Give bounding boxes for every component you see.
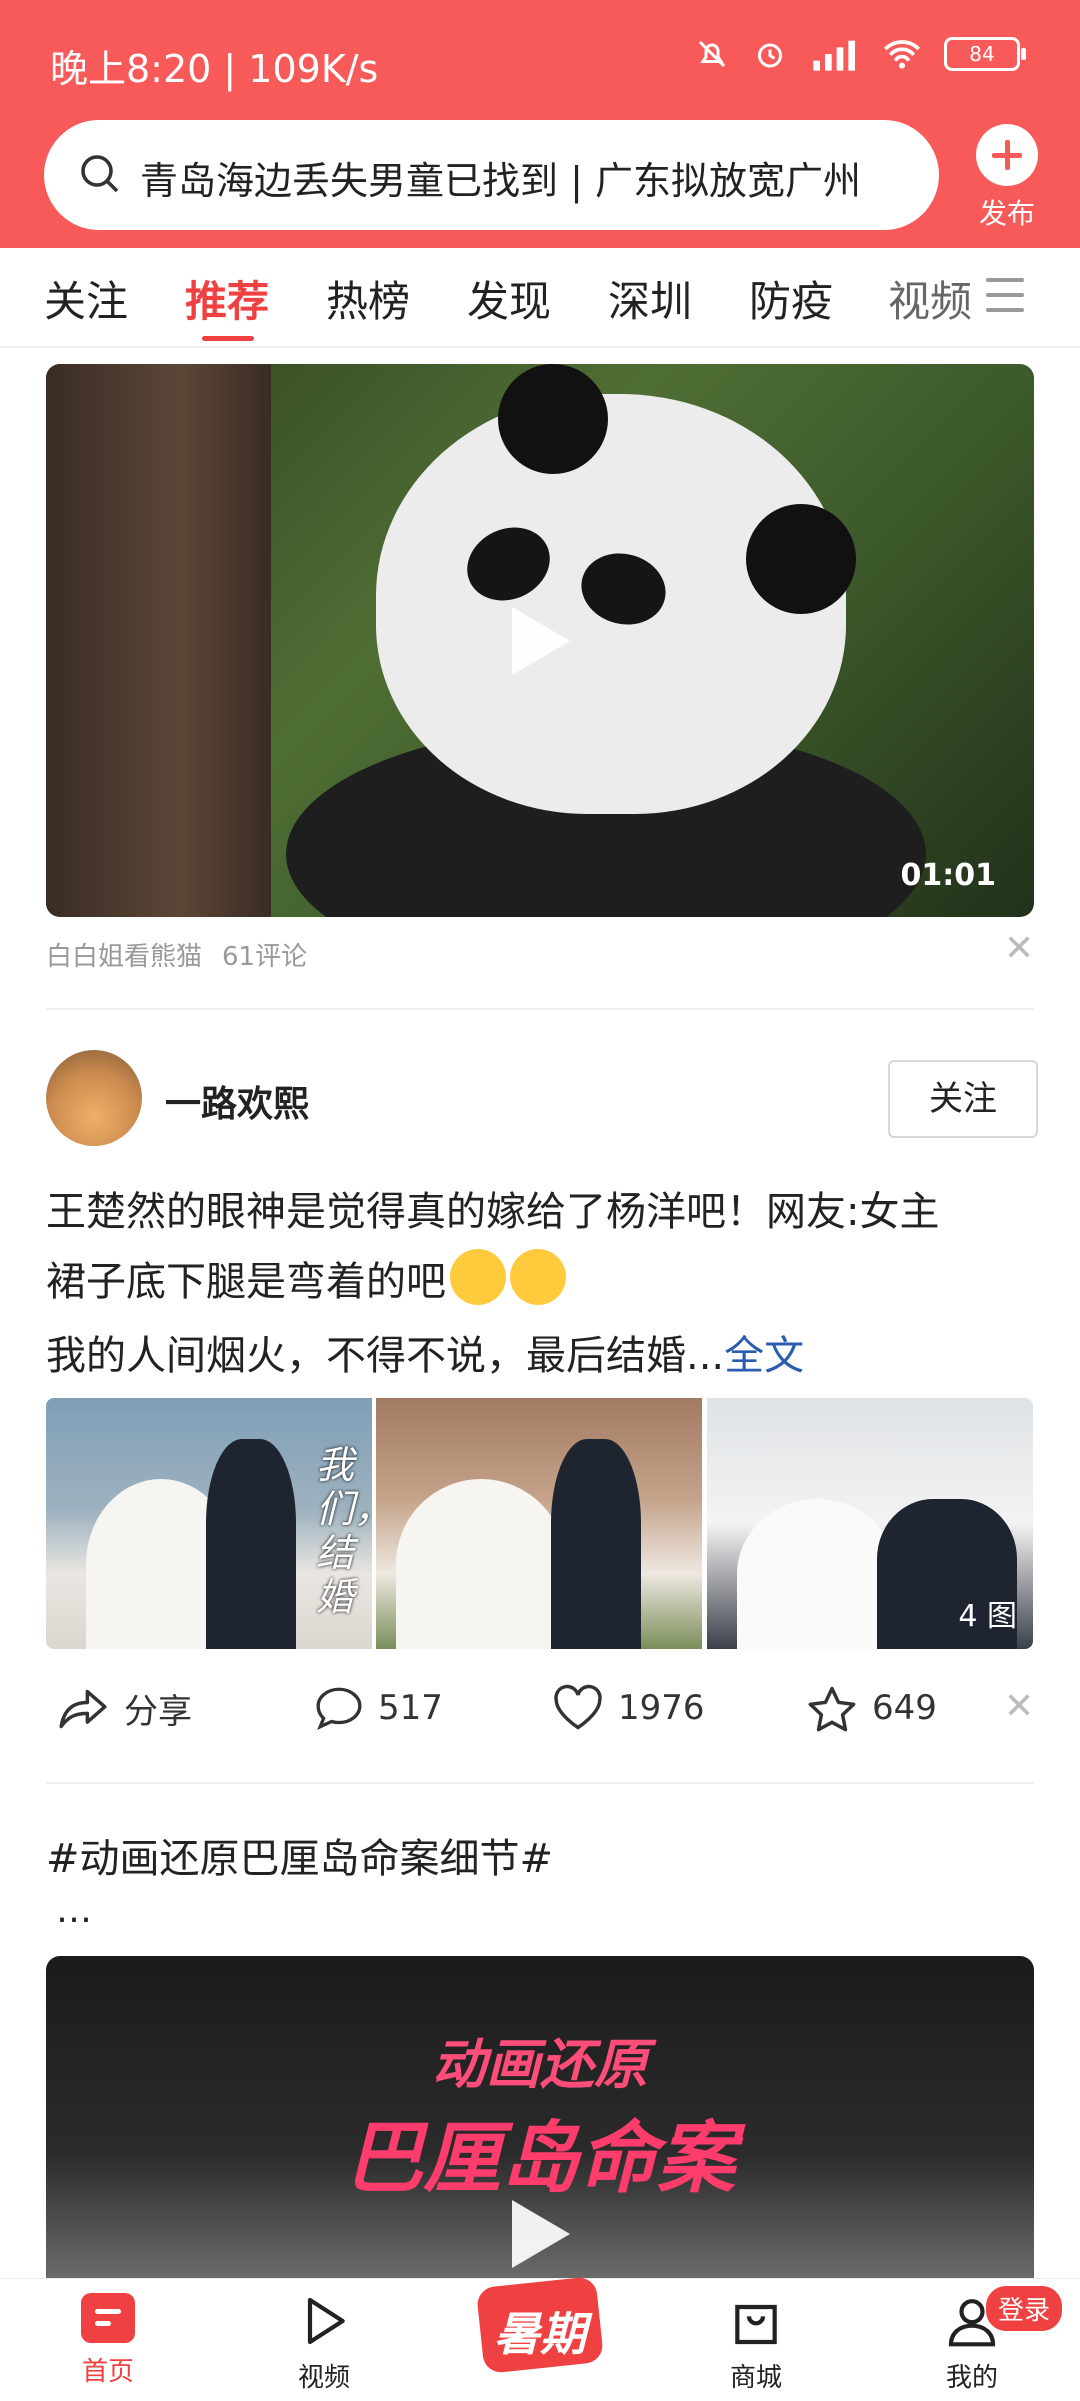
top-header: 晚上8:20 | 109K/s 84 青岛海边丢失男童已找到 | 广东拟放宽广州… bbox=[0, 0, 1080, 248]
nav-mine-label: 我的 bbox=[945, 2363, 998, 2393]
share-button[interactable]: 分享 bbox=[56, 1684, 192, 1733]
video-source[interactable]: 白白姐看熊猫 bbox=[46, 936, 202, 973]
bali-case-video-thumbnail[interactable]: 动画还原 巴厘岛命案 bbox=[46, 1956, 1034, 2286]
active-tab-indicator bbox=[202, 336, 254, 341]
tab-follow[interactable]: 关注 bbox=[44, 268, 128, 329]
comment-icon bbox=[316, 1687, 362, 1731]
panda-video-thumbnail[interactable]: 01:01 bbox=[46, 364, 1034, 917]
tab-recommend[interactable]: 推荐 bbox=[185, 268, 269, 329]
channel-tabs: 关注 推荐 热榜 发现 深圳 防疫 视频 bbox=[0, 248, 1080, 348]
post-text-line2: 裙子底下腿是弯着的吧 bbox=[46, 1259, 446, 1305]
image-count-badge: 4 图 bbox=[958, 1599, 1017, 1634]
laugh-cry-emoji-icon bbox=[450, 1249, 506, 1305]
tree-trunk bbox=[46, 364, 271, 917]
summer-promo-button[interactable]: 暑期 bbox=[470, 2262, 610, 2382]
play-icon[interactable] bbox=[512, 2200, 570, 2268]
tab-shenzhen[interactable]: 深圳 bbox=[608, 268, 692, 329]
summer-promo-label: 暑期 bbox=[494, 2307, 586, 2361]
bride-figure bbox=[396, 1479, 566, 1649]
topic-title[interactable]: #动画还原巴厘岛命案细节# bbox=[46, 1826, 553, 1884]
tab-hot[interactable]: 热榜 bbox=[326, 268, 410, 329]
comment-button[interactable]: 517 bbox=[314, 1684, 443, 1732]
nav-mall[interactable]: 商城 bbox=[696, 2293, 816, 2394]
search-hot-query[interactable]: 青岛海边丢失男童已找到 | 广东拟放宽广州 bbox=[140, 150, 920, 205]
like-button[interactable]: 1976 bbox=[552, 1684, 705, 1732]
video-title-line1: 动画还原 bbox=[432, 2033, 648, 2096]
star-icon bbox=[808, 1686, 856, 1732]
comment-count: 517 bbox=[378, 1688, 443, 1728]
feed-divider bbox=[46, 1782, 1034, 1784]
like-count: 1976 bbox=[618, 1688, 705, 1728]
publish-label: 发布 bbox=[978, 197, 1035, 230]
post-text-line2-wrap[interactable]: 裙子底下腿是弯着的吧 bbox=[46, 1246, 566, 1318]
feed-divider bbox=[46, 1008, 1034, 1010]
post-text-line3: 我的人间烟火，不得不说，最后结婚... bbox=[46, 1333, 725, 1379]
heart-icon bbox=[554, 1684, 602, 1730]
status-icons: 84 bbox=[694, 36, 1026, 72]
favorite-button[interactable]: 649 bbox=[806, 1684, 937, 1732]
bride-figure bbox=[737, 1499, 897, 1649]
plus-icon bbox=[976, 124, 1038, 186]
menu-icon[interactable] bbox=[986, 278, 1024, 323]
post-image-3[interactable]: 4 图 bbox=[707, 1398, 1033, 1649]
share-icon bbox=[59, 1689, 107, 1728]
post-image-2[interactable] bbox=[376, 1398, 702, 1649]
follow-button[interactable]: 关注 bbox=[888, 1060, 1038, 1138]
search-icon bbox=[81, 155, 119, 193]
nav-video[interactable]: 视频 bbox=[264, 2293, 384, 2394]
tab-video[interactable]: 视频 bbox=[888, 268, 972, 329]
laugh-cry-emoji-icon bbox=[510, 1249, 566, 1305]
video-title-line2: 巴厘岛命案 bbox=[344, 2114, 735, 2204]
groom-figure bbox=[551, 1439, 641, 1649]
search-bar[interactable]: 青岛海边丢失男童已找到 | 广东拟放宽广州 bbox=[44, 120, 939, 230]
login-badge[interactable]: 登录 bbox=[986, 2286, 1063, 2331]
video-duration: 01:01 bbox=[900, 858, 997, 893]
panda-ear-left bbox=[498, 364, 608, 474]
nav-home[interactable]: 首页 bbox=[48, 2293, 168, 2388]
image-calligraphy-text: 我们，结婚 bbox=[316, 1443, 372, 1619]
nav-mall-label: 商城 bbox=[729, 2363, 782, 2393]
panda-ear-right bbox=[746, 504, 856, 614]
publish-button[interactable]: 发布 bbox=[972, 124, 1042, 232]
video-comment-count: 61评论 bbox=[222, 942, 308, 972]
post-text-line3-wrap[interactable]: 我的人间烟火，不得不说，最后结婚...全文 bbox=[46, 1320, 804, 1392]
tab-discover[interactable]: 发现 bbox=[467, 268, 551, 329]
author-name[interactable]: 一路欢熙 bbox=[165, 1075, 309, 1127]
alarm-icon bbox=[758, 43, 782, 68]
play-outline-icon bbox=[307, 2297, 345, 2345]
share-label: 分享 bbox=[124, 1692, 192, 1732]
mute-bell-icon bbox=[698, 40, 726, 68]
nav-home-label: 首页 bbox=[81, 2357, 134, 2387]
home-icon bbox=[81, 2293, 135, 2343]
post-image-1[interactable]: 我们，结婚 bbox=[46, 1398, 372, 1649]
tab-epidemic[interactable]: 防疫 bbox=[749, 268, 833, 329]
status-time: 晚上8:20 | 109K/s bbox=[50, 47, 379, 91]
nav-video-label: 视频 bbox=[297, 2363, 350, 2393]
favorite-count: 649 bbox=[872, 1688, 937, 1728]
dismiss-icon[interactable]: ✕ bbox=[1004, 928, 1034, 969]
dismiss-icon[interactable]: ✕ bbox=[1004, 1686, 1034, 1727]
wifi-icon bbox=[884, 40, 920, 69]
battery-indicator: 84 bbox=[944, 37, 1026, 71]
post-text-line1[interactable]: 王楚然的眼神是觉得真的嫁给了杨洋吧！网友:女主 bbox=[46, 1176, 939, 1248]
author-avatar[interactable] bbox=[46, 1050, 142, 1146]
topic-ellipsis: … bbox=[56, 1890, 92, 1931]
signal-icon bbox=[813, 40, 855, 71]
full-text-link[interactable]: 全文 bbox=[724, 1333, 804, 1379]
play-icon[interactable] bbox=[512, 607, 570, 675]
groom-figure bbox=[206, 1439, 296, 1649]
shopping-bag-icon bbox=[735, 2304, 777, 2345]
